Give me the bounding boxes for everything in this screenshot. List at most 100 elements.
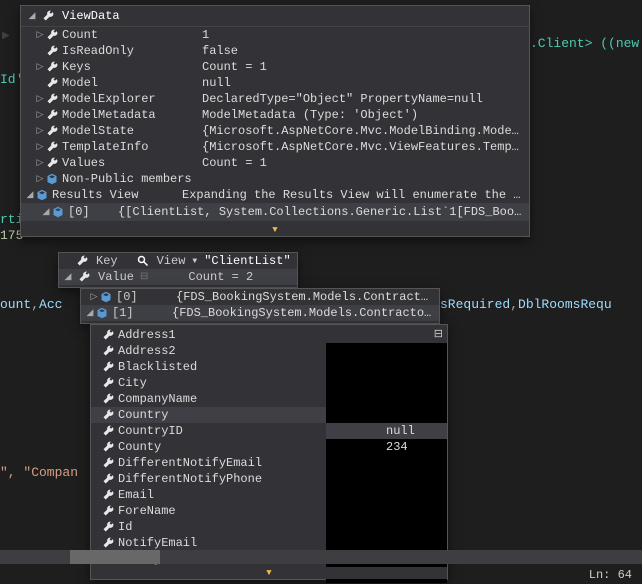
property-name: DifferentNotifyEmail: [118, 456, 262, 470]
wrench-icon: [77, 270, 91, 284]
property-row[interactable]: ▷ ModelMetadata ModelMetadata (Type: 'Ob…: [21, 107, 529, 123]
scrollbar-thumb[interactable]: [70, 550, 160, 564]
expand-caret[interactable]: ▷: [35, 94, 45, 104]
status-line-number: Ln: 64: [589, 568, 632, 582]
cube-icon: [99, 290, 113, 304]
property-row[interactable]: ▷ Values Count = 1: [21, 155, 529, 171]
wrench-icon: [101, 504, 115, 518]
property-row[interactable]: Address1: [91, 327, 447, 343]
value-count: Count = 2: [188, 270, 253, 284]
property-list: ▷ Count 1 IsReadOnly false ▷ Keys Count …: [21, 27, 529, 221]
wrench-icon: [101, 488, 115, 502]
expand-caret[interactable]: ▷: [35, 142, 45, 152]
expand-caret[interactable]: ▷: [35, 62, 45, 72]
cube-icon: [95, 306, 109, 320]
horizontal-scrollbar[interactable]: [0, 550, 642, 564]
pin-icon[interactable]: ⊟: [434, 327, 443, 341]
cube-icon: [51, 205, 65, 219]
wrench-icon: [45, 76, 59, 90]
view-label: View: [157, 254, 186, 268]
property-name: Values: [62, 156, 202, 170]
expand-caret[interactable]: ▷: [89, 292, 99, 302]
cube-icon: [45, 172, 59, 186]
wrench-icon: [101, 376, 115, 390]
value-row[interactable]: ◢ Value ⊟ Count = 2: [59, 269, 297, 285]
wrench-icon: [45, 28, 59, 42]
expand-caret[interactable]: ▷: [35, 126, 45, 136]
property-value: null: [326, 423, 447, 439]
wrench-icon: [101, 408, 115, 422]
property-name: Keys: [62, 60, 202, 74]
property-value: Count = 1: [202, 60, 525, 74]
property-name: County: [118, 440, 258, 454]
property-name: Non-Public members: [62, 172, 202, 186]
property-value: DeclaredType="Object" PropertyName=null: [202, 92, 525, 106]
magnifier-icon[interactable]: [136, 254, 150, 268]
key-row[interactable]: Key View ▼ "ClientList": [59, 253, 297, 269]
wrench-icon: [101, 360, 115, 374]
debugger-tooltip-viewdata: ◢ ViewData ▷ Count 1 IsReadOnly false ▷ …: [20, 5, 530, 237]
property-name: TemplateInfo: [62, 140, 202, 154]
debugger-tooltip-items: ▷ [0] {FDS_BookingSystem.Models.Contract…: [80, 288, 440, 324]
property-name: [0]: [68, 205, 118, 219]
cube-icon: [35, 188, 49, 202]
dropdown-arrow-icon[interactable]: ▼: [192, 257, 197, 266]
debugger-tooltip-client: ⊟ Address1Address2BlacklistedCityCompany…: [90, 324, 448, 580]
expand-caret[interactable]: ◢: [63, 272, 73, 282]
property-row[interactable]: ◢ Results View Expanding the Results Vie…: [21, 187, 529, 203]
property-name: Count: [62, 28, 202, 42]
list-item[interactable]: ▷ [0] {FDS_BookingSystem.Models.Contract…: [81, 289, 439, 305]
item-name: [1]: [112, 306, 172, 320]
code-fragment: .Client> ((new Sys: [530, 36, 642, 51]
item-value: {FDS_BookingSystem.Models.Contractors.Cl…: [172, 306, 435, 320]
property-value: ModelMetadata (Type: 'Object'): [202, 108, 525, 122]
property-name: Model: [62, 76, 202, 90]
expand-caret[interactable]: ◢: [25, 190, 35, 200]
value-column: null 234: [326, 343, 447, 583]
property-value: 234: [326, 439, 447, 455]
expand-more-indicator[interactable]: ▼: [21, 224, 529, 236]
wrench-icon: [45, 92, 59, 106]
expand-caret[interactable]: ▷: [35, 110, 45, 120]
property-name: CompanyName: [118, 392, 258, 406]
property-value: null: [202, 76, 525, 90]
property-name: Country: [118, 408, 258, 422]
property-name: Address1: [118, 328, 258, 342]
property-row[interactable]: ▷ TemplateInfo {Microsoft.AspNetCore.Mvc…: [21, 139, 529, 155]
property-row[interactable]: ▷ Keys Count = 1: [21, 59, 529, 75]
expand-more-indicator[interactable]: ▼: [91, 567, 447, 579]
expand-caret[interactable]: ▷: [35, 158, 45, 168]
pin-small-icon[interactable]: ⊟: [140, 271, 148, 283]
property-row[interactable]: ▷ Non-Public members: [21, 171, 529, 187]
wrench-icon: [101, 472, 115, 486]
panel-title-row: ◢ ViewData: [21, 6, 529, 27]
property-name: Results View: [52, 188, 182, 202]
property-row[interactable]: ◢ [0] {[ClientList, System.Collections.G…: [21, 203, 529, 221]
wrench-icon: [41, 9, 55, 23]
property-name: DifferentNotifyPhone: [118, 472, 262, 486]
expand-caret[interactable]: ▷: [35, 30, 45, 40]
item-value: {FDS_BookingSystem.Models.Contractors.Cl…: [176, 290, 435, 304]
wrench-icon: [101, 328, 115, 342]
property-name: ForeName: [118, 504, 258, 518]
property-name: Blacklisted: [118, 360, 258, 374]
expand-caret[interactable]: ◢: [41, 207, 51, 217]
code-fragment: sRequired,DblRoomsRequ: [440, 297, 612, 312]
wrench-icon: [101, 344, 115, 358]
list-item[interactable]: ◢ [1] {FDS_BookingSystem.Models.Contract…: [81, 305, 439, 321]
code-fragment: ount,Acc: [0, 297, 62, 312]
property-value: {Microsoft.AspNetCore.Mvc.ModelBinding.M…: [202, 124, 525, 138]
expand-caret[interactable]: ◢: [27, 11, 37, 21]
expand-caret[interactable]: ▷: [35, 174, 45, 184]
property-name: CountryID: [118, 424, 258, 438]
property-value: {[ClientList, System.Collections.Generic…: [118, 205, 525, 219]
expand-caret[interactable]: ◢: [85, 308, 95, 318]
property-row[interactable]: IsReadOnly false: [21, 43, 529, 59]
property-name: IsReadOnly: [62, 44, 202, 58]
property-value: false: [202, 44, 525, 58]
wrench-icon: [45, 140, 59, 154]
property-row[interactable]: ▷ ModelExplorer DeclaredType="Object" Pr…: [21, 91, 529, 107]
property-row[interactable]: Model null: [21, 75, 529, 91]
property-row[interactable]: ▷ ModelState {Microsoft.AspNetCore.Mvc.M…: [21, 123, 529, 139]
property-row[interactable]: ▷ Count 1: [21, 27, 529, 43]
